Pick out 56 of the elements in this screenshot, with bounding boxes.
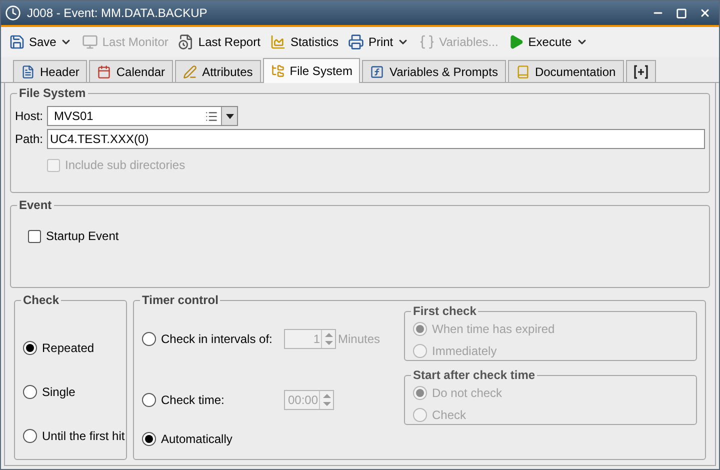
bracket-plus-icon [634,64,648,78]
play-icon [508,34,524,50]
tab[interactable]: File System [262,58,360,83]
radio-button[interactable] [23,341,37,355]
unit-label: Minutes [338,331,380,348]
pen-icon [183,64,198,78]
checkbox-label: Startup Event [46,228,119,245]
radio-label: Check [432,407,466,424]
tree-icon [270,64,285,78]
report-clock-icon [178,34,194,50]
save-icon [9,34,25,50]
radio-label: Check in intervals of: [161,331,272,348]
maximize-icon[interactable] [676,8,687,18]
monitor-icon [82,34,98,50]
toolbar-button[interactable]: Save [9,33,72,51]
list-icon[interactable] [205,110,218,122]
calendar-icon [97,64,112,78]
tab[interactable]: Header [13,60,88,82]
path-field[interactable]: UC4.TEST.XXX(0) [47,129,705,149]
toolbar-button[interactable]: Last Report [178,33,260,51]
braces-icon [419,34,436,50]
radio-label: When time has expired [432,321,555,338]
group-title: File System [17,85,88,101]
radio-button[interactable] [142,393,156,407]
host-label: Host: [15,108,43,125]
radio-button[interactable] [23,385,37,399]
clock-icon [5,5,21,21]
tab[interactable]: Variables & Prompts [362,60,506,82]
checkbox[interactable] [28,230,41,242]
tab[interactable]: Attributes [175,60,261,82]
area-chart-icon [270,34,286,50]
radio-label: Repeated [42,340,94,357]
document-icon [21,64,35,78]
add-tab-button[interactable] [626,60,656,82]
tab[interactable]: Documentation [508,60,624,82]
radio-button[interactable] [142,332,156,346]
toolbar-button[interactable]: Execute [508,33,588,51]
toolbar-button[interactable]: Statistics [270,33,338,51]
window-title: J008 - Event: MM.DATA.BACKUP [27,5,208,22]
checkbox-label: Include sub directories [65,157,186,174]
radio-label: Automatically [161,431,232,448]
radio-label: Immediately [432,343,497,360]
radio-button[interactable] [142,432,156,446]
radio-button[interactable] [23,429,37,443]
radio-label: Do not check [432,385,502,402]
radio-label: Check time: [161,392,224,409]
host-dropdown[interactable]: MVS01 [47,106,238,126]
path-label: Path: [15,131,43,148]
close-icon[interactable] [699,7,711,19]
function-icon [370,64,384,78]
radio-label: Until the first hit [42,428,125,445]
book-icon [516,64,530,78]
radio-label: Single [42,384,76,401]
tab[interactable]: Calendar [89,60,174,82]
toolbar-button[interactable]: Print [348,33,410,51]
print-icon [348,34,364,50]
